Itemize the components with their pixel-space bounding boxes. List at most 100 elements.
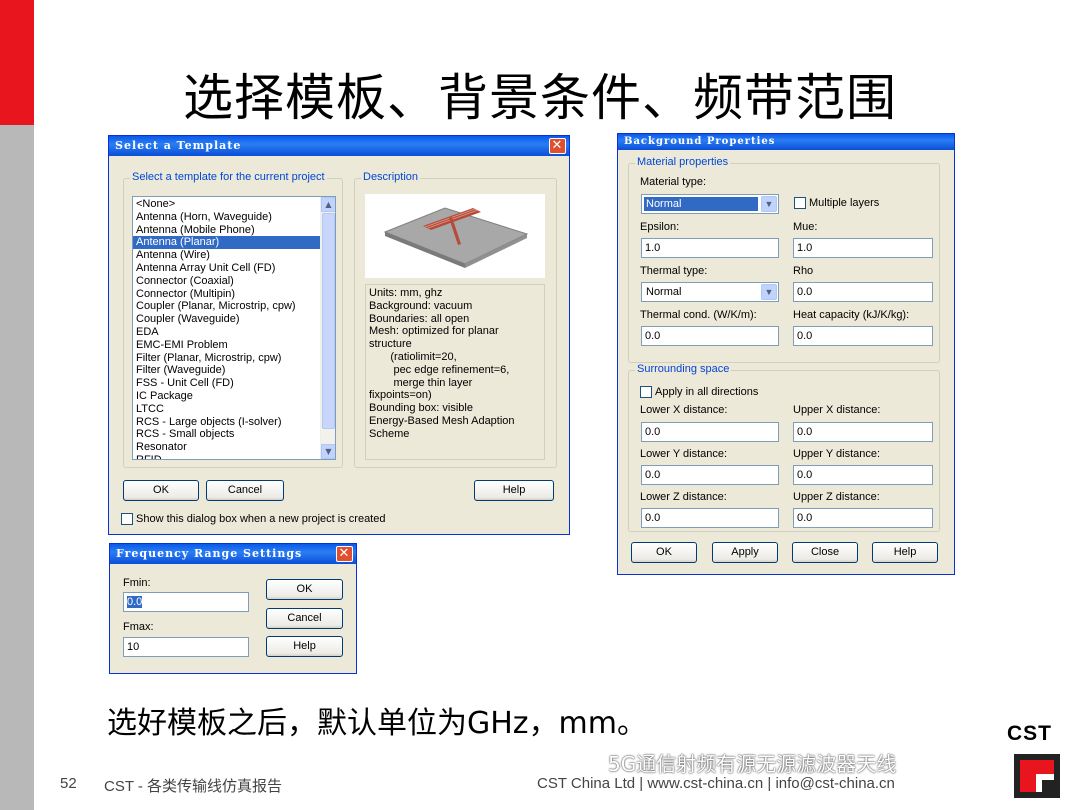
template-preview-image [365, 194, 545, 278]
page-number: 52 [60, 775, 77, 792]
lower-x-input[interactable]: 0.0 [641, 422, 779, 442]
thermal-type-value: Normal [646, 286, 682, 298]
material-properties-legend: Material properties [635, 156, 731, 168]
scroll-up-icon[interactable]: ▲ [321, 197, 335, 212]
show-dialog-checkbox[interactable] [121, 513, 133, 525]
template-cancel-button[interactable]: Cancel [206, 480, 284, 501]
slide-bottom-text: 选好模板之后，默认单位为GHz，mm。 [107, 706, 647, 741]
fmin-value: 0.0 [127, 596, 143, 608]
epsilon-input[interactable]: 1.0 [641, 238, 779, 258]
template-list-item[interactable]: Antenna (Planar) [133, 236, 335, 250]
description-group: Description Units: mm, ghz Background: v… [354, 171, 557, 468]
mue-input[interactable]: 1.0 [793, 238, 933, 258]
lower-z-input[interactable]: 0.0 [641, 508, 779, 528]
apply-all-directions-label: Apply in all directions [655, 386, 759, 398]
background-ok-button[interactable]: OK [631, 542, 697, 563]
template-list-item[interactable]: LTCC [133, 403, 335, 416]
close-icon[interactable]: ✕ [549, 138, 566, 154]
scroll-down-icon[interactable]: ▼ [321, 444, 335, 459]
upper-z-input[interactable]: 0.0 [793, 508, 933, 528]
template-list-item[interactable]: Antenna (Horn, Waveguide) [133, 211, 335, 224]
template-list[interactable]: <None> Antenna (Horn, Waveguide) Antenna (… [132, 196, 336, 460]
slide-title: 选择模板、背景条件、频带范围 [183, 69, 897, 127]
frequency-range-dialog: Frequency Range Settings ✕ Fmin: 0.0 Fma… [109, 543, 357, 674]
background-properties-titlebar: Background Properties [618, 134, 954, 150]
chevron-down-icon[interactable]: ▼ [761, 196, 777, 212]
template-list-item[interactable]: <None> [133, 198, 335, 211]
template-list-item[interactable]: FSS - Unit Cell (FD) [133, 377, 335, 390]
select-template-dialog: Select a Template ✕ Select a template fo… [108, 135, 570, 535]
template-list-item[interactable]: Connector (Multipin) [133, 288, 335, 301]
scroll-thumb[interactable] [322, 213, 335, 429]
surrounding-space-legend: Surrounding space [635, 363, 732, 375]
template-list-group: Select a template for the current projec… [123, 171, 343, 468]
template-list-item[interactable]: Connector (Coaxial) [133, 275, 335, 288]
chevron-down-icon[interactable]: ▼ [761, 284, 777, 300]
upper-y-label: Upper Y distance: [793, 448, 881, 460]
template-list-item[interactable]: RCS - Large objects (I-solver) [133, 416, 335, 429]
template-list-item[interactable]: Filter (Planar, Microstrip, cpw) [133, 352, 335, 365]
thermal-cond-input[interactable]: 0.0 [641, 326, 779, 346]
heat-capacity-label: Heat capacity (kJ/K/kg): [793, 309, 910, 321]
material-type-select[interactable]: Normal ▼ [641, 194, 779, 214]
template-help-button[interactable]: Help [474, 480, 554, 501]
template-list-item[interactable]: Antenna (Wire) [133, 249, 335, 262]
fmax-input[interactable]: 10 [123, 637, 249, 657]
description-box: Units: mm, ghz Background: vacuum Bounda… [365, 284, 545, 460]
template-list-item[interactable]: RCS - Small objects [133, 428, 335, 441]
template-list-item[interactable]: IC Package [133, 390, 335, 403]
fmax-label: Fmax: [123, 621, 154, 633]
frequency-range-title: Frequency Range Settings [116, 547, 303, 560]
background-properties-dialog: Background Properties Material propertie… [617, 133, 955, 575]
thermal-type-select[interactable]: Normal ▼ [641, 282, 779, 302]
lower-x-label: Lower X distance: [640, 404, 728, 416]
template-list-scrollbar[interactable]: ▲ ▼ [320, 197, 335, 459]
material-type-label: Material type: [640, 176, 707, 188]
template-list-item[interactable]: Resonator [133, 441, 335, 454]
material-properties-group: Material properties Material type: Norma… [628, 156, 940, 363]
multiple-layers-checkbox[interactable] [794, 197, 806, 209]
multiple-layers-label: Multiple layers [809, 197, 880, 209]
template-description: Units: mm, ghz Background: vacuum Bounda… [369, 287, 515, 440]
select-template-titlebar: Select a Template ✕ [109, 136, 569, 156]
upper-z-label: Upper Z distance: [793, 491, 880, 503]
apply-all-directions-checkbox[interactable] [640, 386, 652, 398]
upper-x-input[interactable]: 0.0 [793, 422, 933, 442]
frequency-ok-button[interactable]: OK [266, 579, 343, 600]
frequency-help-button[interactable]: Help [266, 636, 343, 657]
template-list-item[interactable]: Coupler (Waveguide) [133, 313, 335, 326]
surrounding-space-group: Surrounding space Apply in all direction… [628, 363, 940, 532]
frequency-cancel-button[interactable]: Cancel [266, 608, 343, 629]
fmin-input[interactable]: 0.0 [123, 592, 249, 612]
template-list-item[interactable]: EDA [133, 326, 335, 339]
template-list-item[interactable]: Filter (Waveguide) [133, 364, 335, 377]
lower-y-input[interactable]: 0.0 [641, 465, 779, 485]
template-list-item[interactable]: Coupler (Planar, Microstrip, cpw) [133, 300, 335, 313]
template-ok-button[interactable]: OK [123, 480, 199, 501]
template-list-item[interactable]: Antenna (Mobile Phone) [133, 224, 335, 237]
template-list-item[interactable]: RFID [133, 454, 335, 459]
background-apply-button[interactable]: Apply [712, 542, 778, 563]
thermal-cond-label: Thermal cond. (W/K/m): [640, 309, 757, 321]
footer-right-text: CST China Ltd | www.cst-china.cn | info@… [537, 775, 895, 792]
left-accent-bar-gray [0, 125, 34, 810]
show-dialog-checkbox-label: Show this dialog box when a new project … [136, 513, 386, 525]
thermal-type-label: Thermal type: [640, 265, 708, 277]
template-list-items: <None> Antenna (Horn, Waveguide) Antenna (… [133, 197, 335, 459]
rho-input[interactable]: 0.0 [793, 282, 933, 302]
mue-label: Mue: [793, 221, 818, 233]
lower-z-label: Lower Z distance: [640, 491, 727, 503]
lower-y-label: Lower Y distance: [640, 448, 728, 460]
cst-logo-icon [1014, 754, 1060, 798]
template-list-item[interactable]: EMC-EMI Problem [133, 339, 335, 352]
background-help-button[interactable]: Help [872, 542, 938, 563]
template-list-item[interactable]: Antenna Array Unit Cell (FD) [133, 262, 335, 275]
close-icon[interactable]: ✕ [336, 546, 353, 562]
planar-antenna-icon [383, 207, 529, 268]
background-close-button[interactable]: Close [792, 542, 858, 563]
cst-logo-text: CST [1007, 722, 1052, 745]
upper-x-label: Upper X distance: [793, 404, 881, 416]
heat-capacity-input[interactable]: 0.0 [793, 326, 933, 346]
footer-left-text: CST - 各类传输线仿真报告 [104, 778, 283, 795]
upper-y-input[interactable]: 0.0 [793, 465, 933, 485]
